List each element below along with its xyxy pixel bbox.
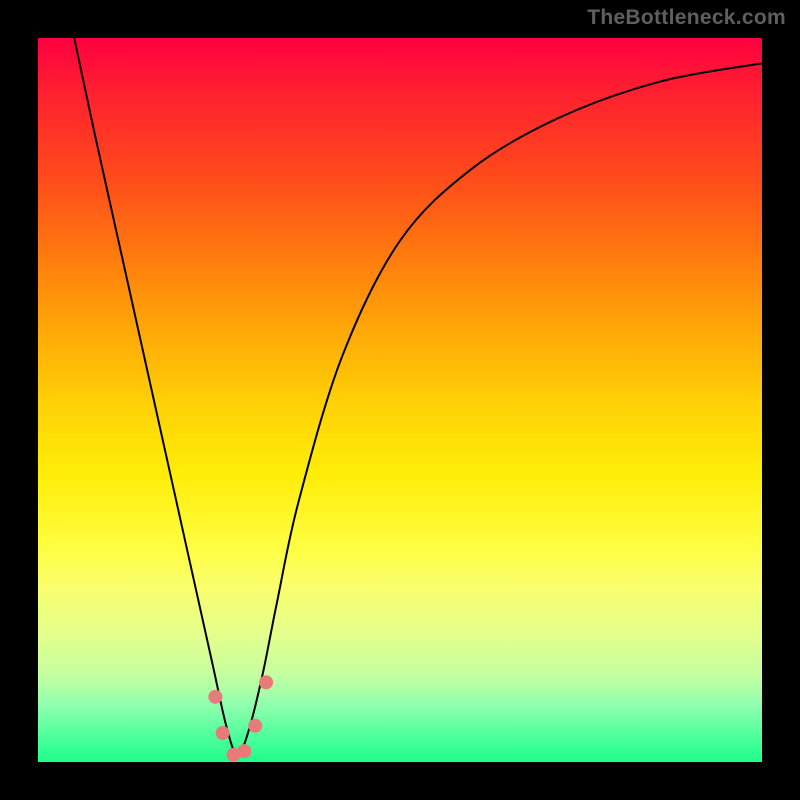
watermark-text: TheBottleneck.com — [587, 6, 786, 30]
marker-point — [248, 719, 262, 733]
marker-point — [259, 675, 273, 689]
curve-svg — [38, 38, 762, 762]
chart-frame: TheBottleneck.com — [0, 0, 800, 800]
bottleneck-curve — [74, 38, 762, 755]
plot-area — [38, 38, 762, 762]
marker-point — [216, 726, 230, 740]
marker-point — [208, 690, 222, 704]
marker-point — [237, 744, 251, 758]
